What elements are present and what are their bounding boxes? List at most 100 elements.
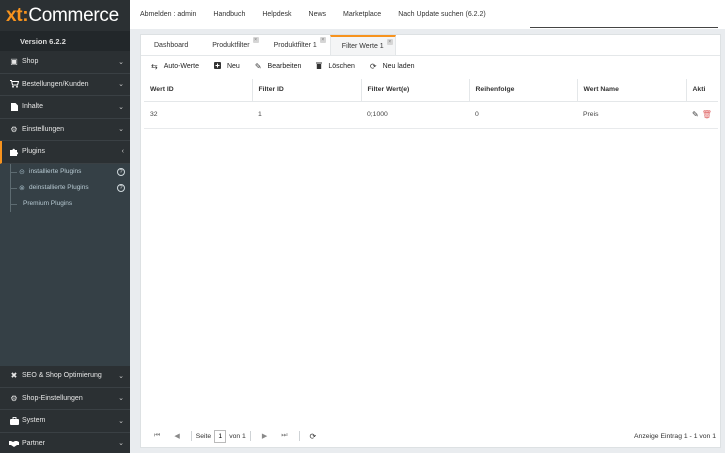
loeschen-button[interactable]: Löschen <box>316 62 355 71</box>
cell-wert-name: Preis <box>577 101 686 129</box>
sidebar-item-partner[interactable]: Partner ⌄ <box>0 433 130 453</box>
neu-button[interactable]: Neu <box>213 62 240 71</box>
sidebar-subitem-premium-plugins[interactable]: Premium Plugins <box>0 195 130 212</box>
close-icon[interactable]: × <box>252 37 259 43</box>
tab-produktfilter[interactable]: Produktfilter × <box>201 35 260 55</box>
top-bar-underline <box>530 27 718 28</box>
edit-icon[interactable]: ✎ <box>692 110 699 119</box>
bearbeiten-button[interactable]: ✎ Bearbeiten <box>255 62 302 71</box>
tools-icon: ✖ <box>10 371 18 381</box>
content-panel: Dashboard Produktfilter × Produktfilter … <box>140 34 721 448</box>
column-header-aktionen[interactable]: Akti <box>686 79 718 102</box>
top-link-helpdesk[interactable]: Helpdesk <box>262 11 291 18</box>
top-link-update[interactable]: Nach Update suchen (6.2.2) <box>398 11 486 18</box>
sidebar-item-label: Einstellungen <box>22 125 65 133</box>
separator <box>298 431 300 441</box>
check-circle-icon: ⊝ <box>19 168 25 176</box>
top-link-abmelden[interactable]: Abmelden : admin <box>140 11 196 18</box>
sidebar-item-label: Shop <box>22 58 39 66</box>
filter-values-table: Wert ID Filter ID Filter Wert(e) Reihenf… <box>144 79 718 129</box>
trash-icon <box>316 62 323 71</box>
gear-icon: ⚙ <box>10 124 18 134</box>
column-header-wert-id[interactable]: Wert ID <box>144 79 253 102</box>
top-link-marketplace[interactable]: Marketplace <box>343 11 381 18</box>
tree-connector <box>10 195 17 212</box>
help-icon[interactable]: ? <box>117 183 125 192</box>
button-label: Bearbeiten <box>267 63 302 70</box>
version-label: Version 6.2.2 <box>0 31 130 51</box>
puzzle-icon <box>9 148 19 156</box>
tab-filter-werte-1[interactable]: Filter Werte 1 × <box>329 35 396 55</box>
chevron-down-icon: ⌄ <box>118 395 124 403</box>
button-label: Neu laden <box>382 63 415 70</box>
trash-icon[interactable]: 🗑 <box>702 110 712 119</box>
first-page-icon[interactable]: ⏮ <box>154 432 160 440</box>
auto-werte-button[interactable]: ⇆ Auto-Werte <box>151 62 199 71</box>
page-total-label: von 1 <box>229 432 246 440</box>
column-header-filter-werte[interactable]: Filter Wert(e) <box>361 79 470 102</box>
sidebar-item-label: Plugins <box>22 148 45 156</box>
sidebar-subitem-label: deinstallierte Plugins <box>29 184 89 191</box>
top-bar: Abmelden : admin Handbuch Helpdesk News … <box>130 0 725 29</box>
close-icon[interactable]: × <box>319 37 326 43</box>
button-label: Auto-Werte <box>163 63 199 70</box>
chevron-left-icon: ‹ <box>121 148 124 156</box>
add-icon <box>213 62 221 71</box>
chevron-down-icon: ⌄ <box>118 103 124 111</box>
store-icon: ▣ <box>10 57 18 67</box>
sidebar-item-seo[interactable]: ✖ SEO & Shop Optimierung ⌄ <box>0 365 130 388</box>
app-logo[interactable]: xt: Commerce <box>0 0 130 31</box>
sidebar-item-system[interactable]: System ⌄ <box>0 410 130 433</box>
button-label: Neu <box>226 63 240 70</box>
edit-icon: ✎ <box>254 62 262 71</box>
next-page-icon[interactable]: ▶ <box>262 432 267 440</box>
column-header-reihenfolge[interactable]: Reihenfolge <box>469 79 578 102</box>
sidebar-subitem-deinstallierte-plugins[interactable]: ⊗ deinstallierte Plugins ? <box>0 179 130 196</box>
chevron-down-icon: ⌄ <box>118 417 124 425</box>
plugins-submenu: ⊝ installierte Plugins ? ⊗ deinstalliert… <box>0 163 130 366</box>
chevron-down-icon: ⌄ <box>118 126 124 134</box>
sidebar-item-shop-einstellungen[interactable]: ⚙ Shop-Einstellungen ⌄ <box>0 388 130 410</box>
briefcase-icon <box>9 416 19 425</box>
neu-laden-button[interactable]: ⟳ Neu laden <box>370 62 415 71</box>
cell-wert-id: 32 <box>144 101 252 129</box>
sidebar-subitem-installierte-plugins[interactable]: ⊝ installierte Plugins ? <box>0 163 130 180</box>
sidebar-item-label: Shop-Einstellungen <box>22 394 83 402</box>
x-circle-icon: ⊗ <box>19 184 25 192</box>
top-link-handbuch[interactable]: Handbuch <box>213 11 245 18</box>
tree-connector <box>10 179 17 196</box>
tab-label: Produktfilter 1 <box>273 41 317 49</box>
sidebar-item-bestellungen[interactable]: Bestellungen/Kunden ⌄ <box>0 74 130 96</box>
sidebar-item-shop[interactable]: ▣ Shop ⌄ <box>0 51 130 74</box>
logo-commerce: Commerce <box>28 4 119 26</box>
sidebar-item-label: Bestellungen/Kunden <box>22 80 89 88</box>
cell-filter-id: 1 <box>252 101 361 129</box>
tab-produktfilter-1[interactable]: Produktfilter 1 × <box>263 35 328 55</box>
chevron-down-icon: ⌄ <box>118 372 124 380</box>
column-header-filter-id[interactable]: Filter ID <box>252 79 362 102</box>
refresh-icon: ⟳ <box>369 62 377 71</box>
cell-reihenfolge: 0 <box>469 101 577 129</box>
button-label: Löschen <box>328 63 355 70</box>
chevron-down-icon: ⌄ <box>118 440 124 448</box>
sidebar-item-einstellungen[interactable]: ⚙ Einstellungen ⌄ <box>0 119 130 141</box>
top-link-news[interactable]: News <box>309 11 327 18</box>
sidebar: xt: Commerce Version 6.2.2 ▣ Shop ⌄ Beste… <box>0 0 130 453</box>
help-icon[interactable]: ? <box>117 167 125 176</box>
sidebar-bottom-group: ✖ SEO & Shop Optimierung ⌄ ⚙ Shop-Einste… <box>0 365 130 453</box>
tab-dashboard[interactable]: Dashboard <box>143 35 199 55</box>
refresh-icon[interactable]: ⟳ <box>310 432 317 441</box>
cart-icon <box>9 80 19 88</box>
page-number-input[interactable] <box>214 429 227 443</box>
sidebar-item-plugins[interactable]: Plugins ‹ <box>0 141 130 164</box>
table-row[interactable]: 32 1 0;1000 0 Preis ✎ 🗑 <box>144 101 718 129</box>
sidebar-item-inhalte[interactable]: Inhalte ⌄ <box>0 96 130 119</box>
separator <box>249 431 251 441</box>
separator <box>190 431 192 441</box>
column-header-wert-name[interactable]: Wert Name <box>577 79 687 102</box>
last-page-icon[interactable]: ⏭ <box>281 432 287 440</box>
page-label: Seite <box>195 432 212 440</box>
prev-page-icon[interactable]: ◀ <box>174 432 179 440</box>
chevron-down-icon: ⌄ <box>118 81 124 89</box>
close-icon[interactable]: × <box>386 39 393 45</box>
